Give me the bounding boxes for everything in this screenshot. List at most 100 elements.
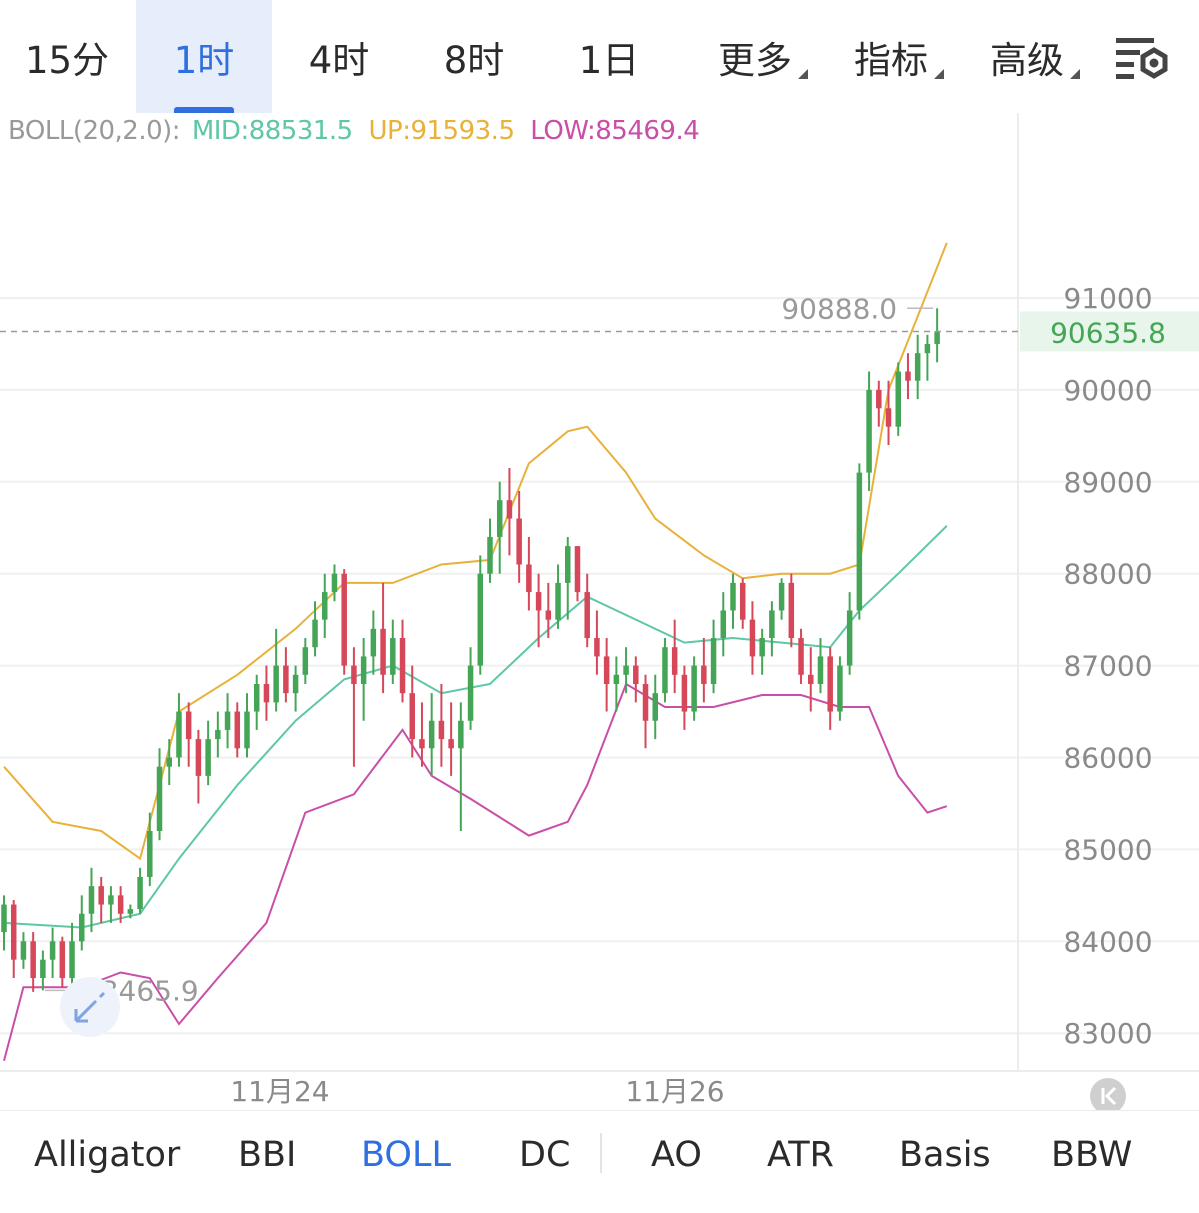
more-timeframes-dropdown[interactable]: 更多 [700,0,810,113]
candle [438,683,445,767]
bollinger-bands [3,242,948,1062]
advanced-dropdown[interactable]: 高级 [972,0,1082,113]
candle [224,693,231,749]
candle-body [360,656,367,684]
candle-body [253,683,260,712]
candle [565,536,571,620]
candle [584,573,590,648]
candle [98,876,104,923]
candle-body [516,518,522,565]
price-tick-label: 91000 [1063,282,1152,315]
candle [798,628,804,684]
candle-body [1,904,7,933]
candle-body [79,913,85,942]
indicator-tab-label: Alligator [34,1135,181,1175]
time-tick-label: 11月26 [625,1075,724,1108]
chart-settings-button[interactable] [1110,30,1172,86]
dropdown-label: 指标 [854,38,928,82]
timeframe-1h[interactable]: 1时 [136,0,272,113]
candle [49,927,56,979]
candle-body [720,610,727,639]
candle [40,950,46,991]
candle-body [467,665,474,721]
candle-body [477,573,484,666]
candle-body [176,711,182,758]
timeframe-15m[interactable]: 15分 [0,0,134,113]
timeframe-4h[interactable]: 4时 [272,0,406,113]
indicator-tab-label: ATR [767,1135,834,1175]
candle-body [613,674,620,684]
candle [458,702,464,832]
candle [166,739,172,786]
last-price-label: 90635.8 [1050,316,1166,349]
candle-body [603,656,610,684]
indicator-tab-label: BBW [1051,1135,1133,1175]
reset-zoom-icon[interactable] [60,977,120,1037]
candle-body [302,647,309,675]
candle [769,601,775,657]
candle-body [117,895,124,914]
high-price-label: 90888.0 [781,292,897,325]
candle-body [438,720,445,740]
candle-body [205,739,211,776]
timeframe-label: 1时 [173,38,235,82]
indicator-tab-label: BOLL [361,1135,451,1175]
boll-up-line [3,242,948,861]
candle-body [778,582,785,611]
price-chart[interactable]: 91000 90000 89000 88000 87000 86000 85000 84000… [0,113,1199,1110]
indicator-tab-ao[interactable]: AO [651,1111,702,1199]
candle-body [399,638,406,694]
indicator-tab-bbi[interactable]: BBI [238,1111,296,1199]
indicator-tab-label: AO [651,1135,702,1175]
indicator-tab-atr[interactable]: ATR [767,1111,834,1199]
candle [652,674,658,740]
dropdown-label: 更多 [718,38,792,82]
price-tick-label: 85000 [1063,833,1152,866]
candle-body [856,472,863,611]
candle-body [487,536,493,574]
price-tick-label: 83000 [1063,1017,1152,1050]
indicator-group-divider [600,1133,602,1173]
dropdown-corner-icon [934,69,944,79]
candle [10,899,17,979]
candle-body [914,353,921,381]
candle-body [827,656,833,712]
candle-body [10,904,17,960]
candle [20,932,27,969]
candle-body [545,610,552,620]
indicator-tab-dc[interactable]: DC [519,1111,570,1199]
indicator-tab-alligator[interactable]: Alligator [34,1111,180,1199]
price-tick-label: 90000 [1063,374,1152,407]
candle-body [409,693,415,740]
indicators-dropdown[interactable]: 指标 [836,0,946,113]
candle-body [739,582,746,620]
candle-body [49,941,56,960]
candle-body [147,831,153,877]
candle-body [623,665,629,675]
candle-body [905,371,911,381]
candle-body [876,389,882,409]
price-axis: 91000 90000 89000 88000 87000 86000 85000 84000… [1063,282,1152,1050]
candle [934,308,940,363]
boll-low-value: LOW:85469.4 [530,116,700,146]
timeframe-8h[interactable]: 8时 [406,0,542,113]
indicator-tab-basis[interactable]: Basis [899,1111,991,1199]
candle [603,638,610,712]
candle-body [30,941,36,979]
candle-body [574,546,581,593]
candle [749,601,756,675]
scroll-to-latest-icon[interactable] [1090,1078,1126,1110]
candle-body [224,711,231,730]
indicator-tab-boll[interactable]: BOLL [361,1111,451,1199]
boll-up-value: UP:91593.5 [368,116,516,146]
timeframe-label: 8时 [443,38,505,82]
candle-body [565,546,571,583]
indicator-tab-bbw[interactable]: BBW [1051,1111,1132,1199]
candle-body [506,500,513,519]
timeframe-1d[interactable]: 1日 [542,0,676,113]
candle-body [769,610,775,639]
boll-mid-line [3,525,948,929]
candle [244,693,250,758]
candle-body [166,757,172,767]
candlesticks [1,308,940,992]
